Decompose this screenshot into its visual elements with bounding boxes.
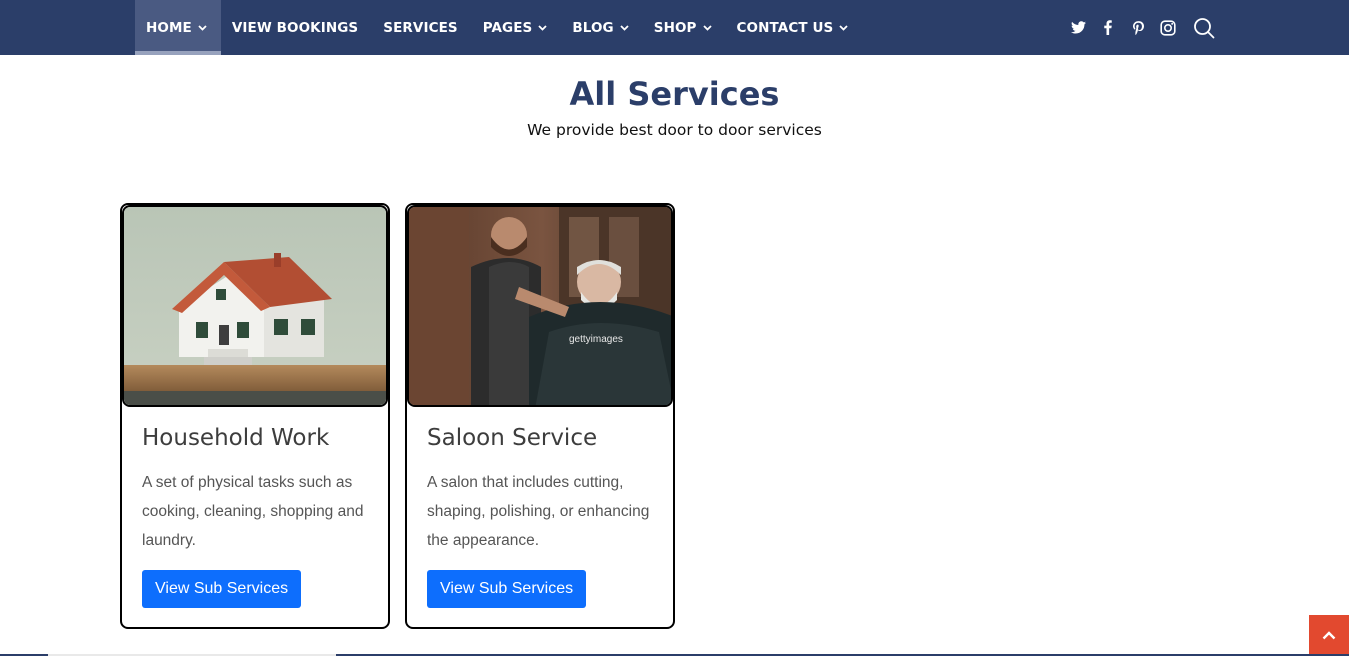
nav-item-contact-us[interactable]: CONTACT US bbox=[726, 0, 863, 55]
chevron-down-icon bbox=[620, 24, 629, 31]
nav-item-label: SERVICES bbox=[383, 19, 458, 36]
service-description: A salon that includes cutting, shaping, … bbox=[427, 474, 650, 549]
barber-shop-image: gettyimages bbox=[407, 205, 673, 407]
scroll-to-top-button[interactable] bbox=[1309, 615, 1349, 656]
chevron-down-icon bbox=[538, 24, 548, 31]
top-navbar: HOME VIEW BOOKINGS SERVICES PAGES BLOG S… bbox=[0, 0, 1349, 55]
house-model-image bbox=[122, 205, 388, 407]
nav-item-label: VIEW BOOKINGS bbox=[231, 19, 359, 36]
nav-item-view-bookings[interactable]: VIEW BOOKINGS bbox=[221, 0, 372, 55]
facebook-icon[interactable] bbox=[1093, 13, 1123, 43]
nav-item-label: PAGES bbox=[482, 19, 533, 36]
nav-item-home[interactable]: HOME bbox=[135, 0, 221, 55]
chevron-down-icon bbox=[839, 24, 848, 31]
chevron-down-icon bbox=[198, 24, 207, 31]
social-links bbox=[1063, 0, 1219, 55]
main-menu: HOME VIEW BOOKINGS SERVICES PAGES BLOG S… bbox=[135, 0, 862, 55]
nav-item-label: HOME bbox=[146, 19, 192, 36]
instagram-icon[interactable] bbox=[1153, 13, 1183, 43]
nav-item-label: SHOP bbox=[653, 19, 697, 36]
nav-item-services[interactable]: SERVICES bbox=[372, 0, 471, 55]
pinterest-icon[interactable] bbox=[1123, 13, 1153, 43]
view-sub-services-button[interactable]: View Sub Services bbox=[142, 570, 302, 608]
watermark-text: gettyimages bbox=[569, 334, 623, 345]
nav-item-label: CONTACT US bbox=[736, 19, 834, 36]
nav-item-pages[interactable]: PAGES bbox=[472, 0, 562, 55]
nav-item-shop[interactable]: SHOP bbox=[643, 0, 726, 55]
search-icon[interactable] bbox=[1189, 13, 1219, 43]
service-card-household: Household Work A set of physical tasks s… bbox=[120, 203, 390, 629]
view-sub-services-button[interactable]: View Sub Services bbox=[427, 570, 587, 608]
nav-item-blog[interactable]: BLOG bbox=[561, 0, 642, 55]
service-description: A set of physical tasks such as cooking,… bbox=[142, 474, 364, 549]
page-subtitle: We provide best door to door services bbox=[527, 121, 822, 139]
chevron-up-icon bbox=[1322, 627, 1336, 645]
service-title: Saloon Service bbox=[427, 425, 598, 451]
nav-item-label: BLOG bbox=[572, 19, 614, 36]
chevron-down-icon bbox=[702, 24, 712, 31]
service-card-saloon: gettyimages Saloon Service A salon that … bbox=[405, 203, 675, 629]
twitter-icon[interactable] bbox=[1063, 13, 1093, 43]
service-title: Household Work bbox=[142, 425, 330, 451]
page-title: All Services bbox=[569, 75, 780, 113]
